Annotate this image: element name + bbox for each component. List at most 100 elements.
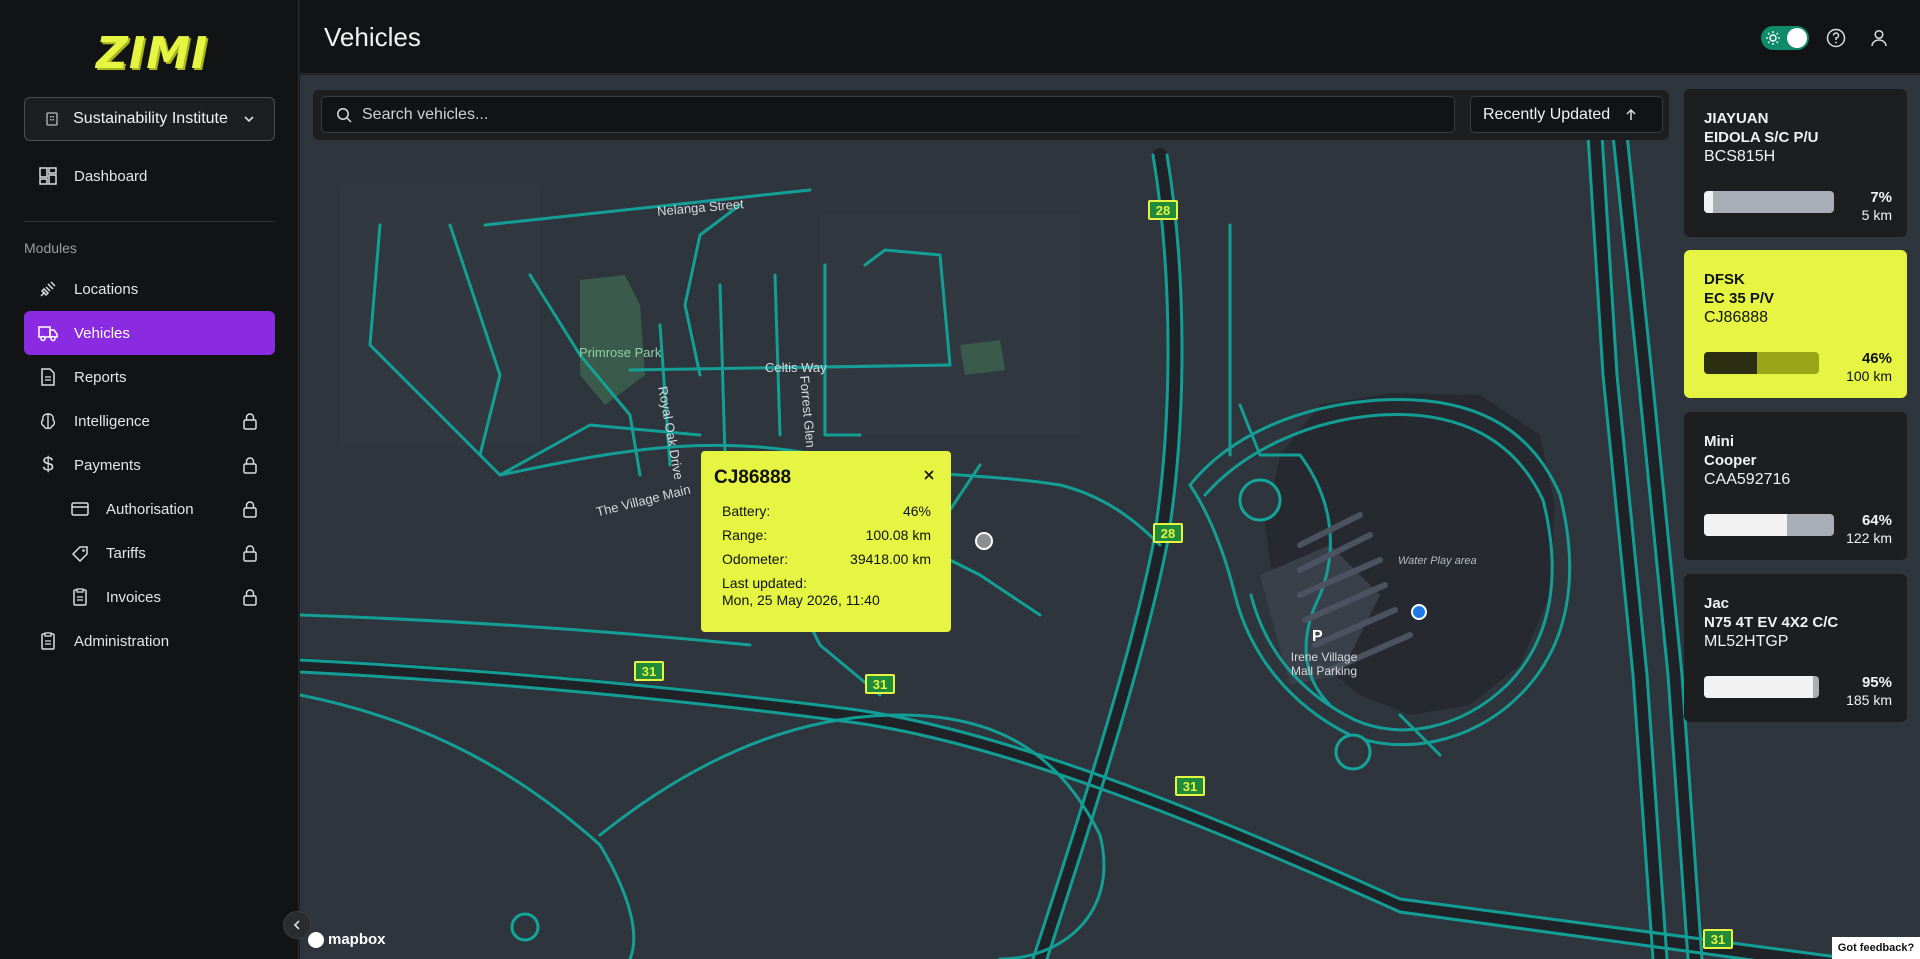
map-label-street: Celtis Way xyxy=(765,360,827,375)
sidebar-item-label: Dashboard xyxy=(74,167,148,185)
lock-icon xyxy=(243,589,257,606)
battery-percent: 64% xyxy=(1861,512,1892,529)
sidebar-item-administration[interactable]: Administration xyxy=(24,619,275,663)
sidebar-item-reports[interactable]: Reports xyxy=(24,355,275,399)
top-bar: Vehicles xyxy=(300,0,1920,74)
sidebar-item-payments[interactable]: $ Payments xyxy=(24,443,275,487)
route-shield: 31 xyxy=(1703,929,1733,949)
sidebar-item-label: Locations xyxy=(74,280,139,298)
lock-icon xyxy=(243,545,257,562)
vehicle-search-bar: Recently Updated xyxy=(313,90,1669,140)
close-icon[interactable] xyxy=(923,469,935,481)
vehicle-registration: CAA592716 xyxy=(1704,471,1791,488)
zimi-logo: ZIMI xyxy=(96,28,209,79)
popup-last-updated: Last updated: Mon, 25 May 2026, 11:40 xyxy=(714,575,931,609)
tariff-icon xyxy=(70,543,90,563)
lock-icon xyxy=(243,501,257,518)
popup-last-updated-value: Mon, 25 May 2026, 11:40 xyxy=(722,592,880,608)
vehicle-make: JIAYUAN xyxy=(1704,110,1769,127)
search-input[interactable] xyxy=(362,105,1454,124)
search-field[interactable] xyxy=(321,96,1455,133)
dollar-icon: $ xyxy=(42,453,54,476)
vehicle-popup: CJ86888 Battery: 46% Range: 100.08 km Od… xyxy=(701,451,951,632)
sidebar-item-label: Intelligence xyxy=(74,412,150,430)
sidebar-item-label: Tariffs xyxy=(106,544,146,562)
help-icon[interactable] xyxy=(1826,28,1846,48)
user-icon[interactable] xyxy=(1869,28,1889,48)
chevron-down-icon xyxy=(244,116,254,123)
battery-bar xyxy=(1704,514,1834,536)
sidebar-item-invoices[interactable]: Invoices xyxy=(24,575,275,619)
vehicle-model: Cooper xyxy=(1704,452,1757,469)
toggle-knob xyxy=(1787,28,1807,48)
vehicle-card[interactable]: JIAYUAN EIDOLA S/C P/U BCS815H 7% 5 km xyxy=(1684,89,1907,237)
sidebar-item-label: Vehicles xyxy=(74,324,130,342)
sidebar-item-tariffs[interactable]: Tariffs xyxy=(24,531,275,575)
sidebar-item-vehicles[interactable]: Vehicles xyxy=(24,311,275,355)
invoice-icon xyxy=(70,587,90,607)
sidebar-item-dashboard[interactable]: Dashboard xyxy=(24,154,275,198)
route-shield: 31 xyxy=(865,674,895,694)
battery-range: 185 km xyxy=(1846,692,1892,708)
truck-icon xyxy=(38,323,58,343)
organization-select[interactable]: Sustainability Institute xyxy=(24,97,275,141)
battery-fill xyxy=(1704,352,1757,374)
popup-battery-label: Battery: xyxy=(722,503,771,519)
popup-title: CJ86888 xyxy=(714,467,792,488)
sidebar-item-intelligence[interactable]: Intelligence xyxy=(24,399,275,443)
vehicle-card[interactable]: Mini Cooper CAA592716 64% 122 km xyxy=(1684,412,1907,560)
map-canvas[interactable]: Nelanga Street Primrose Park Celtis Way … xyxy=(300,75,1920,959)
lock-icon xyxy=(243,457,257,474)
feedback-button[interactable]: Got feedback? xyxy=(1832,937,1920,959)
map-roads xyxy=(300,128,1864,959)
sidebar-item-label: Payments xyxy=(74,456,141,474)
credit-card-icon xyxy=(70,499,90,519)
popup-odometer-row: Odometer: 39418.00 km xyxy=(714,551,931,567)
brain-icon xyxy=(38,411,58,431)
battery-range: 122 km xyxy=(1846,530,1892,546)
mapbox-label: mapbox xyxy=(328,931,386,948)
theme-toggle[interactable] xyxy=(1761,26,1809,50)
battery-fill xyxy=(1704,514,1788,536)
vehicle-registration: ML52HTGP xyxy=(1704,633,1789,650)
battery-range: 100 km xyxy=(1846,368,1892,384)
sidebar-item-label: Reports xyxy=(74,368,127,386)
battery-bar xyxy=(1704,676,1819,698)
battery-bar xyxy=(1704,191,1834,213)
popup-last-updated-label: Last updated: xyxy=(722,575,807,591)
popup-range-row: Range: 100.08 km xyxy=(714,527,931,543)
modules-section-label: Modules xyxy=(24,240,77,256)
popup-odometer-label: Odometer: xyxy=(722,551,789,567)
popup-range-label: Range: xyxy=(722,527,768,543)
dashboard-icon xyxy=(38,166,58,186)
vehicle-card[interactable]: Jac N75 4T EV 4X2 C/C ML52HTGP 95% 185 k… xyxy=(1684,574,1907,722)
sort-button[interactable]: Recently Updated xyxy=(1470,96,1663,133)
mapbox-logo[interactable]: mapbox xyxy=(308,931,386,948)
battery-percent: 95% xyxy=(1861,674,1892,691)
building-icon xyxy=(46,112,58,126)
route-shield: 28 xyxy=(1148,200,1178,220)
battery-fill xyxy=(1704,676,1814,698)
popup-battery-row: Battery: 46% xyxy=(714,503,931,519)
sort-label: Recently Updated xyxy=(1483,105,1611,123)
clipboard-icon xyxy=(38,631,58,651)
collapse-sidebar-button[interactable] xyxy=(283,911,311,939)
vehicle-make: Jac xyxy=(1704,595,1730,612)
sidebar-item-authorisation[interactable]: Authorisation xyxy=(24,487,275,531)
arrow-up-icon xyxy=(1626,108,1636,120)
vehicle-model: N75 4T EV 4X2 C/C xyxy=(1704,614,1839,631)
vehicle-marker[interactable] xyxy=(975,532,993,550)
sidebar: ZIMI Sustainability Institute Dashboard … xyxy=(0,0,299,959)
vehicle-card-selected[interactable]: DFSK EC 35 P/V CJ86888 46% 100 km xyxy=(1684,250,1907,398)
battery-percent: 46% xyxy=(1861,350,1892,367)
map-label-poi: Water Play area xyxy=(1398,555,1477,567)
route-shield: 31 xyxy=(1175,776,1205,796)
report-icon xyxy=(38,367,58,387)
popup-range-value: 100.08 km xyxy=(865,527,931,543)
vehicle-marker[interactable] xyxy=(1411,604,1427,620)
vehicle-make: Mini xyxy=(1704,433,1734,450)
sidebar-item-label: Invoices xyxy=(106,588,162,606)
sidebar-item-locations[interactable]: Locations xyxy=(24,267,275,311)
lock-icon xyxy=(243,413,257,430)
vehicle-model: EC 35 P/V xyxy=(1704,290,1775,307)
